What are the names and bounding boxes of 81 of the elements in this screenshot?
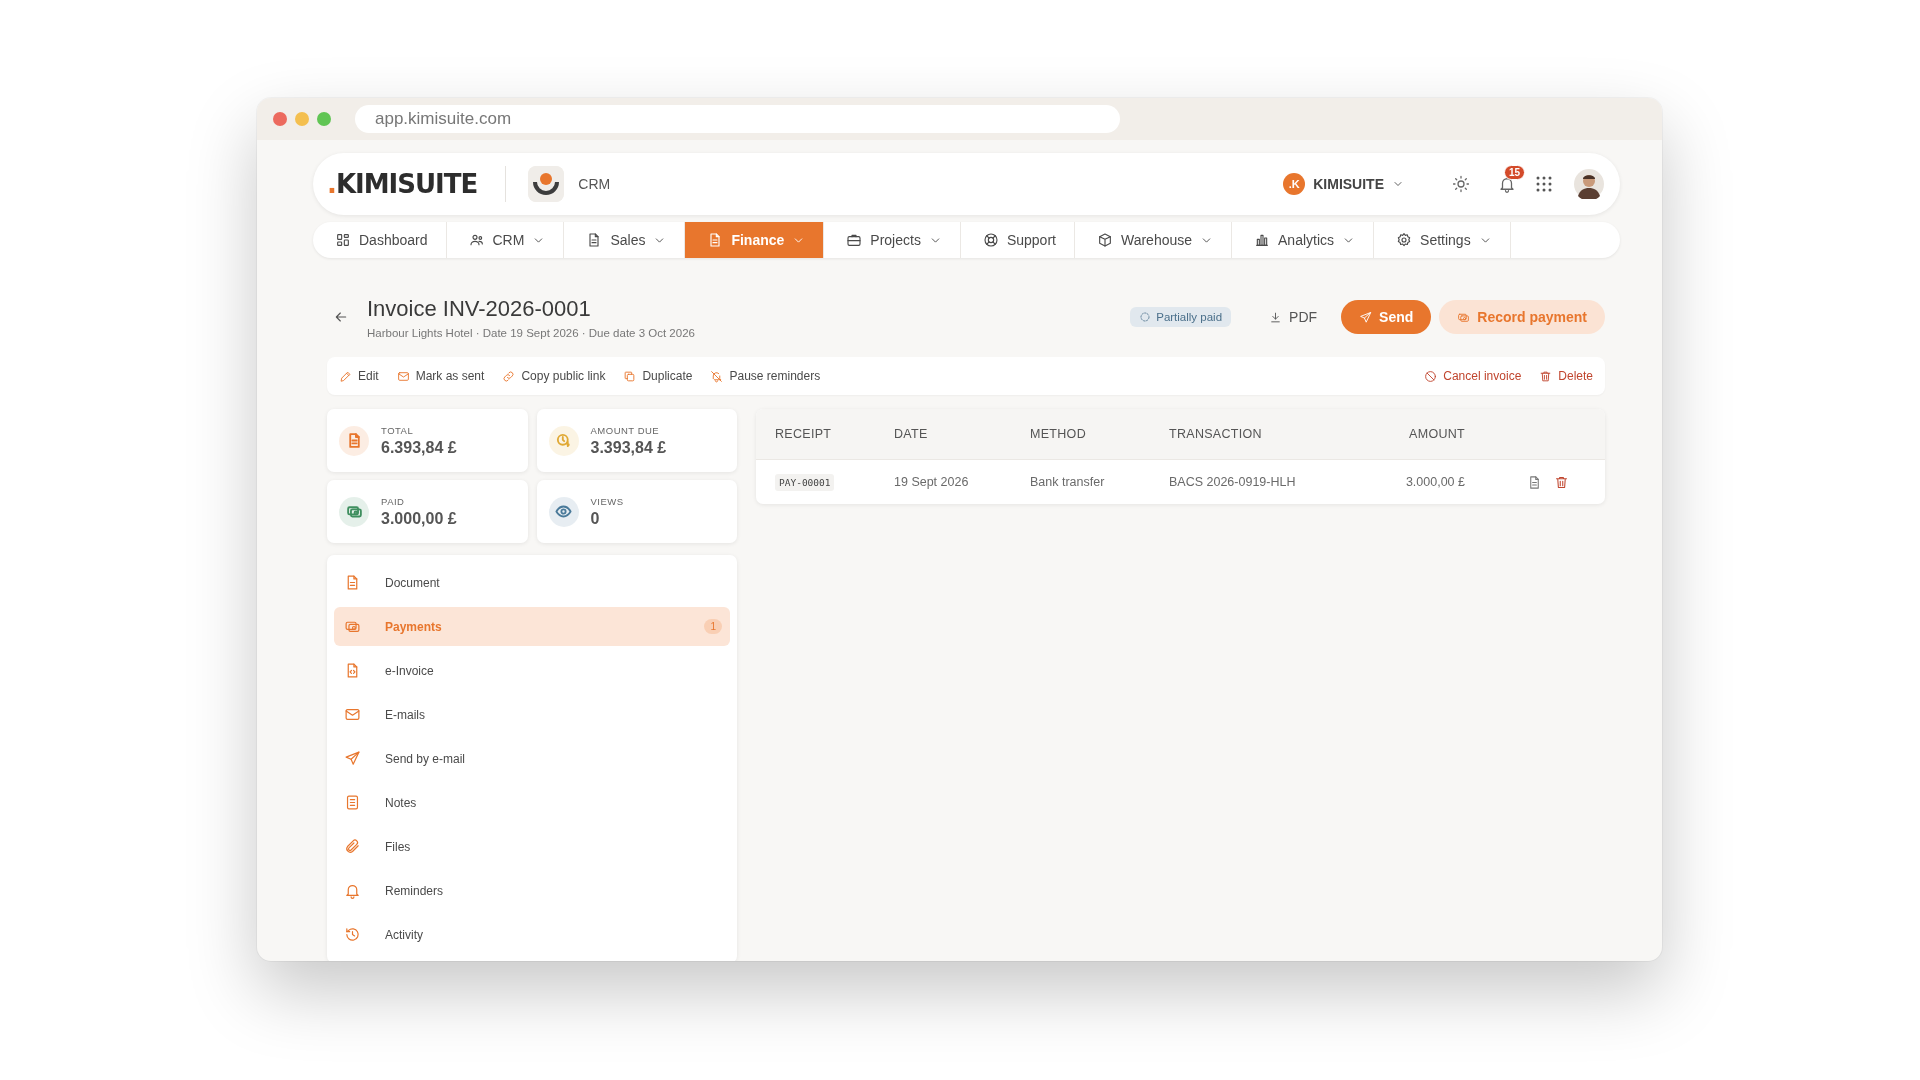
stat-value: 0 — [590, 509, 601, 528]
envelope-icon — [396, 369, 410, 383]
box-icon — [1096, 232, 1113, 248]
stat-value: 3.393,84 £ — [590, 438, 667, 457]
nav-tab[interactable]: Analytics — [1232, 222, 1375, 258]
action-link[interactable]: Delete — [1539, 369, 1593, 383]
notes-icon — [344, 794, 361, 811]
table-cell-text: BACS 2026-0919-HLH — [1169, 475, 1297, 489]
action-link[interactable]: Edit — [339, 369, 379, 383]
menu-item[interactable]: E-mails — [334, 695, 730, 734]
theme-toggle-icon[interactable] — [1452, 175, 1470, 193]
table-cell-text: Bank transfer — [1030, 475, 1106, 489]
bell-icon — [344, 882, 361, 899]
envelope-icon — [344, 706, 361, 723]
link-icon — [502, 369, 516, 383]
menu-item[interactable]: Notes — [334, 783, 730, 822]
invoice-subtitle: Harbour Lights Hotel · Date 19 Sept 2026 · Due date 3 Oct 2026 — [367, 326, 695, 339]
dashboard-icon — [335, 232, 351, 248]
menu-item[interactable]: Activity — [334, 915, 730, 954]
action-link[interactable]: Pause reminders — [710, 369, 821, 383]
nav-tab[interactable]: CRM — [446, 222, 565, 258]
lifebuoy-icon — [982, 232, 999, 248]
receipt-icon[interactable] — [1527, 474, 1542, 490]
bell-off-icon — [710, 369, 724, 383]
column-header: RECEIPT — [775, 427, 833, 441]
table-cell-text: 19 Sept 2026 — [894, 475, 970, 489]
logo[interactable]: .KIMISUITE — [327, 169, 478, 199]
briefcase-icon — [846, 232, 863, 248]
nav-tab[interactable]: Settings — [1374, 222, 1511, 258]
stat-label: TOTAL — [381, 424, 415, 436]
loading-icon — [1139, 311, 1152, 323]
copy-icon — [623, 369, 637, 383]
send-icon — [1359, 310, 1373, 324]
stat-label: PAID — [381, 495, 406, 507]
address-bar[interactable]: app.kimisuite.com — [355, 105, 1120, 133]
delete-icon[interactable] — [1554, 474, 1569, 490]
menu-item[interactable]: Send by e-mail — [334, 739, 730, 778]
table-cell-text: 3.000,00 £ — [1404, 475, 1465, 489]
action-link[interactable]: Cancel invoice — [1424, 369, 1522, 383]
menu-item[interactable]: e-Invoice — [334, 651, 730, 690]
action-link[interactable]: Copy public link — [502, 369, 606, 383]
workspace-switcher[interactable]: .K KIMISUITE — [1283, 173, 1404, 195]
trash-icon — [1539, 369, 1553, 383]
paperclip-icon — [344, 838, 361, 855]
nav-tab[interactable]: Warehouse — [1074, 222, 1233, 258]
pencil-icon — [339, 369, 352, 383]
action-link[interactable]: Mark as sent — [396, 369, 485, 383]
nav-tab[interactable]: Projects — [824, 222, 961, 258]
stat-label: AMOUNT DUE — [590, 424, 661, 436]
close-window-button[interactable] — [273, 112, 287, 126]
count-badge: 1 — [704, 619, 722, 634]
menu-item[interactable]: Document — [334, 563, 730, 602]
column-header: METHOD — [1030, 427, 1087, 441]
apps-grid-icon[interactable] — [1536, 176, 1552, 192]
send-icon — [344, 750, 361, 767]
history-icon — [344, 926, 361, 943]
nav-tab[interactable]: Dashboard — [313, 222, 447, 258]
receipt-code: PAY-00001 — [775, 473, 835, 491]
action-link[interactable]: Duplicate — [623, 369, 693, 383]
status-badge: Partially paid — [1130, 307, 1232, 327]
nav-tab[interactable]: Support — [960, 222, 1075, 258]
column-header: DATE — [894, 427, 929, 441]
notifications-icon — [1498, 175, 1516, 193]
stat-label: VIEWS — [590, 495, 624, 507]
module-name: CRM — [578, 176, 611, 192]
pdf-button[interactable]: PDF — [1253, 300, 1334, 334]
bar-chart-icon — [1254, 232, 1271, 248]
column-header: AMOUNT — [1408, 427, 1465, 441]
menu-item[interactable]: Reminders — [334, 871, 730, 910]
stat-value: 6.393,84 £ — [381, 438, 457, 457]
stat-value: 3.000,00 £ — [381, 509, 457, 528]
menu-item[interactable]: Files — [334, 827, 730, 866]
invoice-title: Invoice INV-2026-0001 — [367, 295, 592, 322]
ban-icon — [1424, 369, 1438, 383]
settings-icon — [1396, 232, 1413, 248]
back-arrow-icon[interactable] — [333, 309, 349, 325]
notification-badge: 15 — [1504, 165, 1526, 180]
download-icon — [1269, 310, 1283, 324]
column-header: TRANSACTION — [1169, 427, 1263, 441]
user-avatar[interactable] — [1574, 169, 1604, 199]
people-icon — [468, 232, 485, 248]
